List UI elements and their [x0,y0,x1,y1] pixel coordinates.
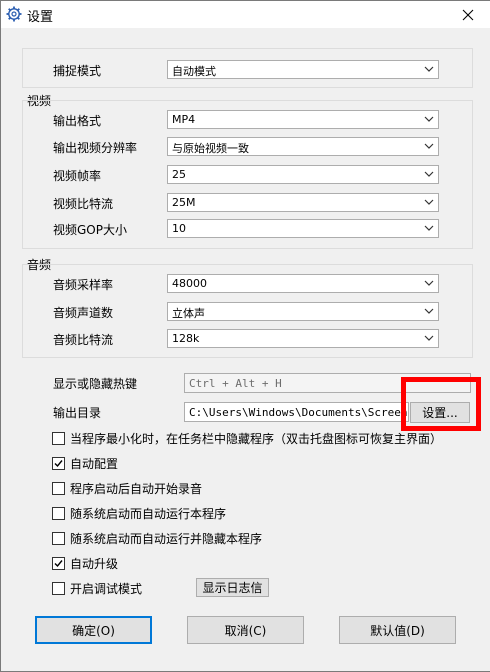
framerate-label: 视频帧率 [53,169,102,183]
option-label: 随系统启动而自动运行并隐藏本程序 [70,531,263,546]
checkbox[interactable] [52,481,65,495]
highlight-box [401,377,481,431]
resolution-select[interactable]: 与原始视频一致 [167,137,439,156]
option-hide-on-minimize[interactable]: 当程序最小化时，在任务栏中隐藏程序（双击托盘图标可恢复主界面） [52,430,442,446]
hotkey-value: Ctrl + Alt + H [189,377,282,390]
window-title: 设置 [27,10,54,25]
option-auto-config[interactable]: 自动配置 [52,455,118,471]
sample-rate-select[interactable]: 48000 [167,274,439,293]
default-button[interactable]: 默认值(D) [339,616,456,644]
show-log-label: 显示日志信 [202,581,263,595]
output-format-value: MP4 [172,113,196,126]
cancel-label: 取消(C) [224,623,267,638]
channels-label: 音频声道数 [53,306,114,320]
checkbox[interactable] [52,431,65,445]
show-log-button[interactable]: 显示日志信 [196,578,269,597]
option-label: 自动配置 [70,456,119,471]
checkbox[interactable] [52,531,65,545]
ok-button[interactable]: 确定(O) [35,616,152,644]
chevron-down-icon [424,225,434,231]
chevron-down-icon [424,199,434,205]
checkbox[interactable] [52,556,65,570]
cancel-button[interactable]: 取消(C) [187,616,304,644]
capture-mode-select[interactable]: 自动模式 [167,60,439,79]
audio-bitrate-select[interactable]: 128k [167,329,439,348]
chevron-down-icon [424,116,434,122]
option-label: 程序启动后自动开始录音 [70,481,203,496]
audio-bitrate-value: 128k [172,332,200,345]
sample-rate-label: 音频采样率 [53,278,114,292]
option-auto-record[interactable]: 程序启动后自动开始录音 [52,480,202,496]
framerate-select[interactable]: 25 [167,165,439,184]
hotkey-label: 显示或隐藏热键 [53,377,138,391]
output-dir-value: C:\Users\Windows\Documents\ScreenRec [189,406,409,419]
video-bitrate-value: 25M [172,196,196,209]
option-label: 自动升级 [70,556,119,571]
resolution-label: 输出视频分辨率 [53,141,138,155]
video-bitrate-label: 视频比特流 [53,197,114,211]
gop-size-value: 10 [172,222,186,235]
chevron-down-icon [424,171,434,177]
option-auto-update[interactable]: 自动升级 [52,555,118,571]
option-run-at-startup[interactable]: 随系统启动而自动运行本程序 [52,505,226,521]
channels-value: 立体声 [172,307,205,320]
output-dir-input[interactable]: C:\Users\Windows\Documents\ScreenRec [184,402,409,422]
capture-mode-value: 自动模式 [172,65,216,78]
output-dir-label: 输出目录 [53,406,102,420]
chevron-down-icon [424,335,434,341]
capture-mode-label: 捕捉模式 [53,64,102,78]
option-label: 开启调试模式 [70,581,143,596]
default-label: 默认值(D) [370,623,425,638]
chevron-down-icon [424,308,434,314]
output-format-label: 输出格式 [53,114,102,128]
checkbox[interactable] [52,456,65,470]
sample-rate-value: 48000 [172,277,207,290]
channels-select[interactable]: 立体声 [167,302,439,321]
chevron-down-icon [424,66,434,72]
ok-label: 确定(O) [72,623,115,638]
title-bar: 设置 [1,1,490,28]
settings-dialog: 设置 捕捉模式 自动模式 视频 输出格式 MP4 输出视频分辨率 与原始视频一致… [0,0,490,672]
checkbox[interactable] [52,581,65,595]
checkmark-icon [54,459,63,467]
video-bitrate-select[interactable]: 25M [167,193,439,212]
option-debug-mode[interactable]: 开启调试模式 [52,580,142,596]
option-label: 当程序最小化时，在任务栏中隐藏程序（双击托盘图标可恢复主界面） [70,431,443,446]
close-button[interactable] [446,1,490,28]
option-label: 随系统启动而自动运行本程序 [70,506,227,521]
output-format-select[interactable]: MP4 [167,110,439,129]
resolution-value: 与原始视频一致 [172,142,249,155]
checkbox[interactable] [52,506,65,520]
option-run-hidden-at-startup[interactable]: 随系统启动而自动运行并隐藏本程序 [52,530,262,546]
gear-icon [6,6,22,22]
gop-size-select[interactable]: 10 [167,219,439,238]
checkmark-icon [54,559,63,567]
gop-size-label: 视频GOP大小 [53,223,127,237]
audio-bitrate-label: 音频比特流 [53,333,114,347]
framerate-value: 25 [172,168,186,181]
chevron-down-icon [424,280,434,286]
chevron-down-icon [424,143,434,149]
close-icon [462,9,474,20]
